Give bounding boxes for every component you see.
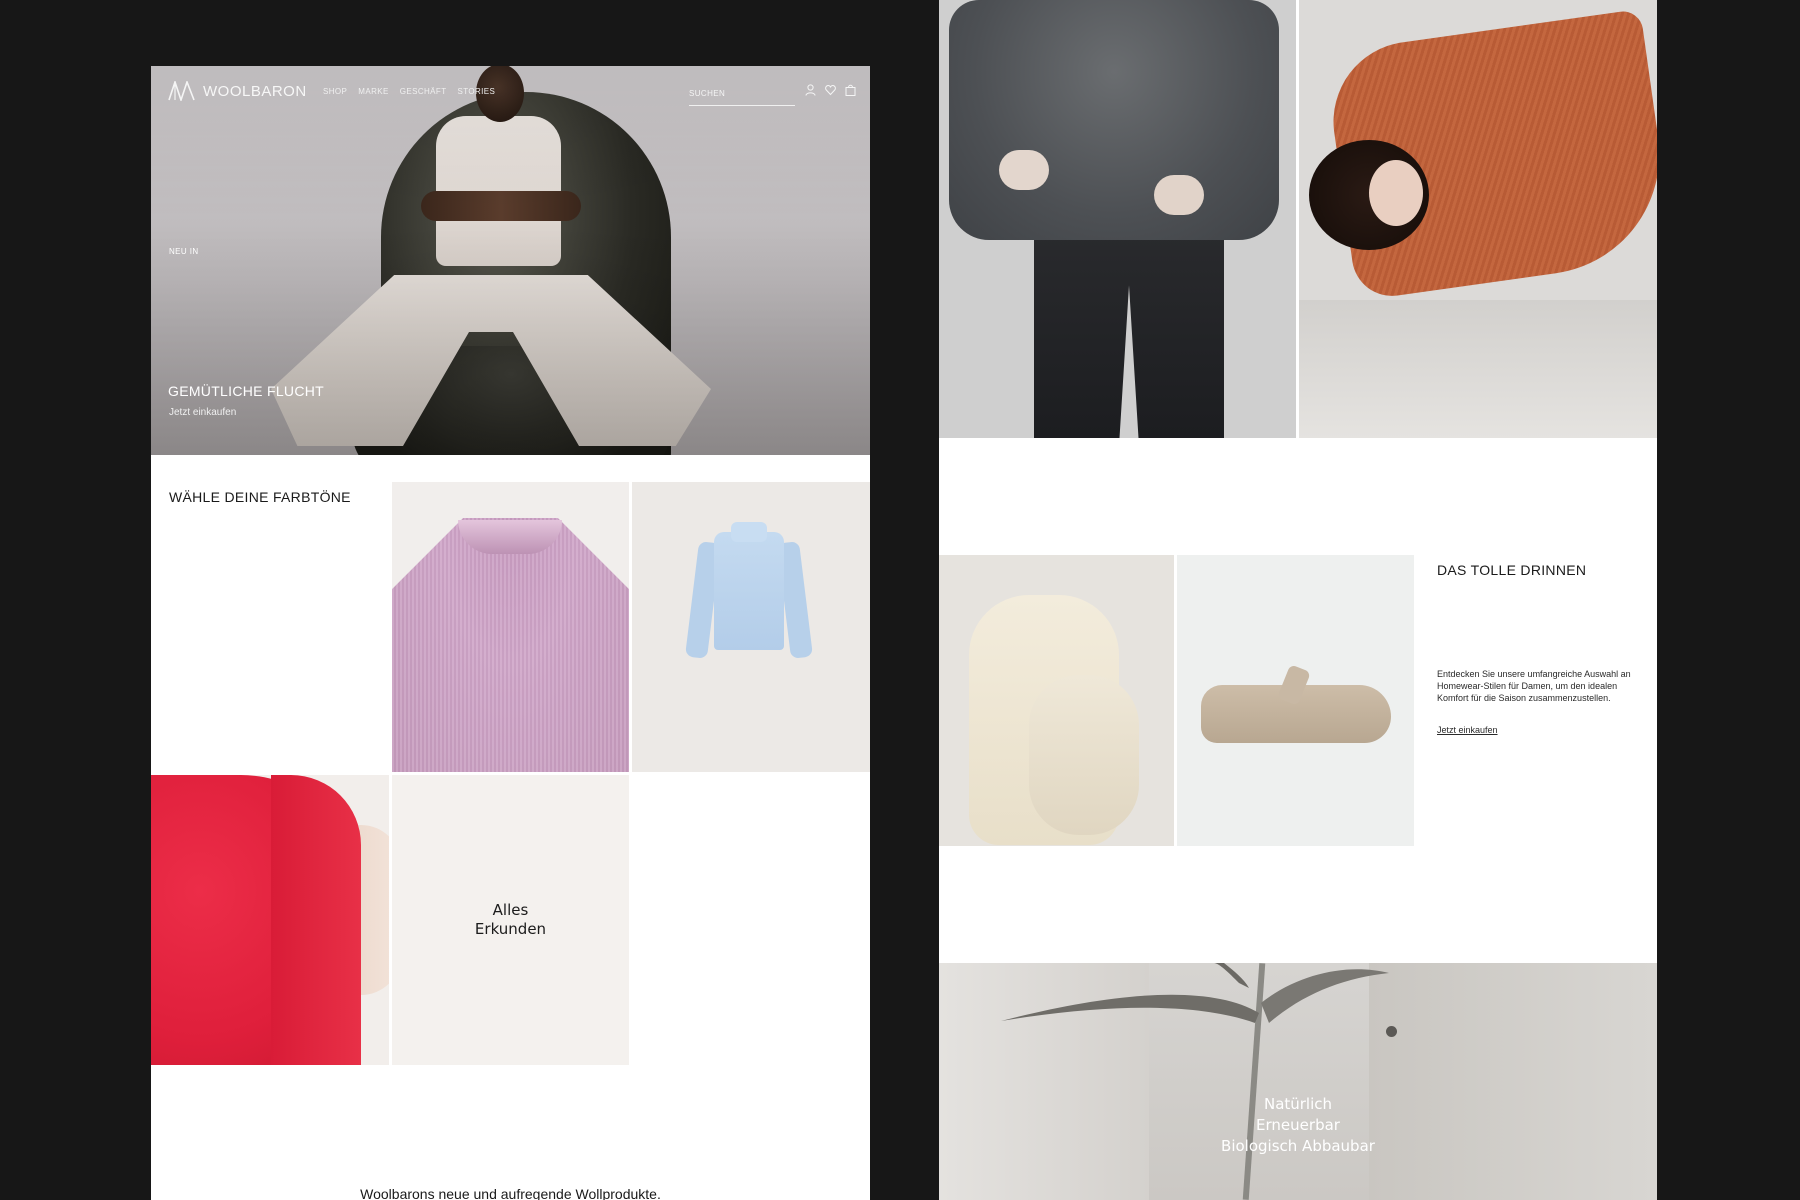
editorial-image-rust-knit[interactable] bbox=[1299, 0, 1657, 438]
product-tile-blue-turtleneck[interactable] bbox=[632, 482, 870, 772]
hero-banner[interactable]: WOOLBARON SHOP MARKE GESCHÄFT STORIES SU… bbox=[151, 66, 870, 455]
search-input[interactable]: SUCHEN bbox=[689, 83, 795, 106]
header-icons bbox=[805, 84, 856, 96]
plant-leaves bbox=[1001, 963, 1389, 1023]
cream-scarf-fold bbox=[1029, 675, 1139, 835]
homepage-right: DAS TOLLE DRINNEN Entdecken Sie unsere u… bbox=[939, 0, 1657, 1200]
new-in-label[interactable]: NEU IN bbox=[169, 247, 199, 256]
value-renewable: Erneuerbar bbox=[1256, 1116, 1340, 1134]
red-hoodie-hood bbox=[271, 775, 361, 1065]
wishlist-icon[interactable] bbox=[825, 84, 836, 96]
bag-icon[interactable] bbox=[845, 84, 856, 96]
logo-mark-icon bbox=[168, 81, 195, 101]
nav-link-marke[interactable]: MARKE bbox=[358, 87, 388, 96]
sustainability-banner[interactable]: Natürlich Erneuerbar Biologisch Abbaubar bbox=[939, 963, 1657, 1200]
grey-knit-hand-right bbox=[1154, 175, 1204, 215]
explore-all-tile[interactable]: Alles Erkunden bbox=[392, 775, 629, 1065]
brand-logo[interactable]: WOOLBARON bbox=[168, 80, 307, 102]
hero-title: GEMÜTLICHE FLUCHT bbox=[168, 383, 324, 399]
brand-name: WOOLBARON bbox=[203, 82, 307, 100]
brand-tagline: Woolbarons neue und aufregende Wollprodu… bbox=[360, 1186, 661, 1200]
hero-shop-link[interactable]: Jetzt einkaufen bbox=[169, 407, 236, 418]
indoors-shop-link[interactable]: Jetzt einkaufen bbox=[1437, 725, 1498, 735]
grey-knit-hand-left bbox=[999, 150, 1049, 190]
editorial-image-grey-knit[interactable] bbox=[939, 0, 1296, 438]
value-biodegradable: Biologisch Abbaubar bbox=[1221, 1137, 1375, 1155]
section-title-indoors: DAS TOLLE DRINNEN bbox=[1437, 562, 1587, 578]
nav-link-stories[interactable]: STORIES bbox=[458, 87, 496, 96]
rust-knit-model-face bbox=[1369, 160, 1423, 226]
explore-all-label: Alles Erkunden bbox=[475, 901, 546, 939]
value-natural: Natürlich bbox=[1263, 1095, 1333, 1113]
indoors-description: Entdecken Sie unsere umfangreiche Auswah… bbox=[1437, 669, 1631, 703]
explore-all-line1: Alles bbox=[492, 901, 529, 919]
product-tile-pink-sweater[interactable] bbox=[392, 482, 629, 772]
product-tile-red-hoodie[interactable] bbox=[151, 775, 389, 1065]
main-nav: SHOP MARKE GESCHÄFT STORIES bbox=[323, 87, 495, 96]
explore-all-line2: Erkunden bbox=[474, 920, 547, 938]
grey-knit-trousers bbox=[1034, 220, 1224, 438]
product-tile-slipper[interactable] bbox=[1177, 555, 1414, 846]
search-placeholder: SUCHEN bbox=[689, 89, 726, 98]
grey-knit-sweater bbox=[949, 0, 1279, 240]
blue-turtleneck-body bbox=[714, 532, 784, 650]
account-icon[interactable] bbox=[805, 84, 816, 96]
section-title-colors: WÄHLE DEINE FARBTÖNE bbox=[169, 489, 351, 505]
pink-sweater-image bbox=[392, 518, 629, 772]
rust-knit-floor bbox=[1299, 300, 1657, 438]
product-tile-cream-scarf[interactable] bbox=[939, 555, 1174, 846]
homepage-left: WOOLBARON SHOP MARKE GESCHÄFT STORIES SU… bbox=[151, 66, 870, 1200]
nav-link-geschaeft[interactable]: GESCHÄFT bbox=[400, 87, 447, 96]
nav-link-shop[interactable]: SHOP bbox=[323, 87, 347, 96]
blue-turtleneck-collar bbox=[731, 522, 767, 542]
sustainability-values: Natürlich Erneuerbar Biologisch Abbaubar bbox=[939, 1094, 1657, 1157]
